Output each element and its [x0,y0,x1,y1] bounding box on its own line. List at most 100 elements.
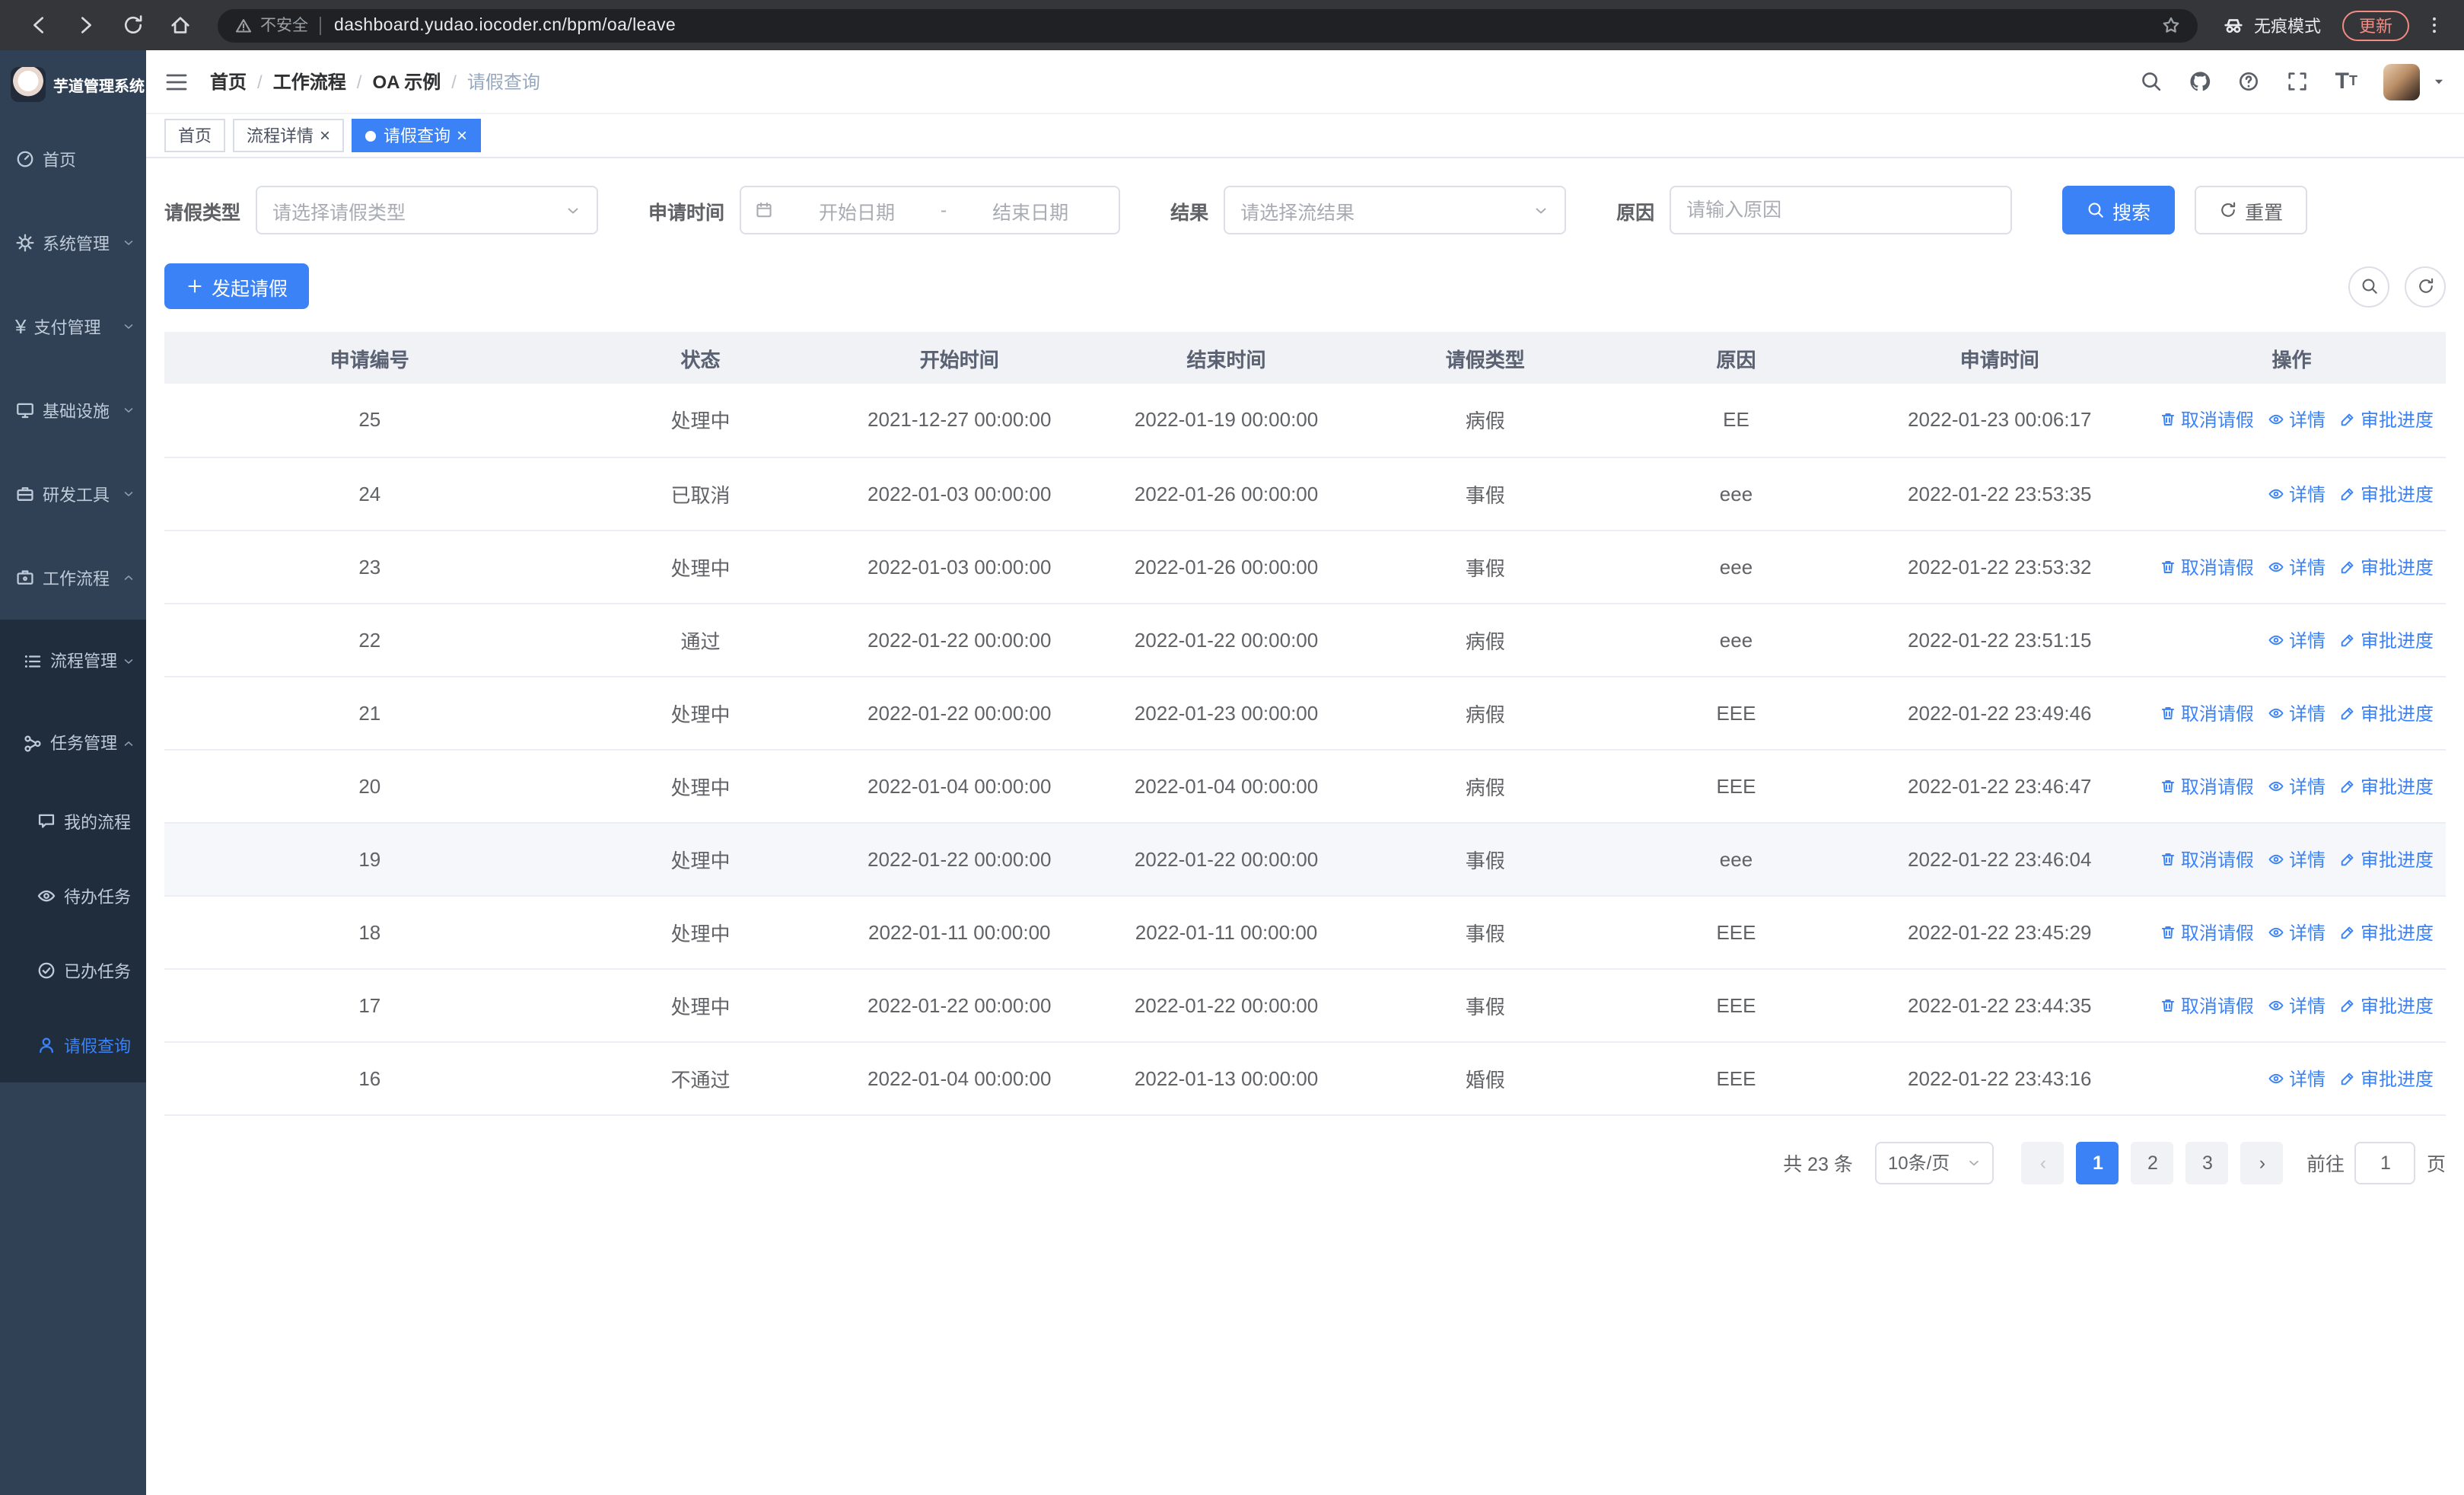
cancel-leave-link[interactable]: 取消请假 [2160,407,2254,433]
toolbar-refresh-button[interactable] [2405,266,2446,307]
address-bar[interactable]: 不安全 dashboard.yudao.iocoder.cn/bpm/oa/le… [218,8,2198,42]
detail-link[interactable]: 详情 [2268,407,2326,433]
search-button[interactable]: 搜索 [2062,186,2176,234]
tasks-icon [23,733,43,753]
tag-首页[interactable]: 首页 [164,119,225,152]
page-size-select[interactable]: 10条/页 [1875,1141,1994,1184]
cancel-leave-link[interactable]: 取消请假 [2160,700,2254,725]
help-icon[interactable] [2238,70,2261,93]
table-cell: 2022-01-22 00:00:00 [826,676,1094,750]
cancel-leave-link[interactable]: 取消请假 [2160,846,2254,872]
detail-link[interactable]: 详情 [2268,553,2326,579]
hamburger-icon[interactable] [164,69,189,94]
reason-input[interactable] [1686,199,1996,221]
approval-progress-link[interactable]: 审批进度 [2339,1065,2434,1091]
tag-close-icon[interactable]: × [457,125,467,146]
home-icon[interactable] [169,14,192,37]
detail-link[interactable]: 详情 [2268,626,2326,652]
sidebar-item-系统管理[interactable]: 系统管理 [0,201,146,285]
detail-link[interactable]: 详情 [2268,846,2326,872]
detail-link[interactable]: 详情 [2268,919,2326,945]
cancel-leave-link[interactable]: 取消请假 [2160,992,2254,1018]
edit-icon [2339,485,2356,502]
table-cell: 2022-01-22 23:46:04 [1861,822,2138,896]
browser-menu-icon[interactable] [2424,15,2444,35]
sidebar-item-待办任务[interactable]: 待办任务 [0,859,146,933]
approval-progress-link[interactable]: 审批进度 [2339,846,2434,872]
search-icon [2087,201,2105,219]
reset-button[interactable]: 重置 [2195,186,2308,234]
sidebar-item-支付管理[interactable]: ¥ 支付管理 [0,285,146,368]
approval-progress-link[interactable]: 审批进度 [2339,919,2434,945]
caret-down-icon[interactable] [2432,75,2446,88]
table-cell: 2022-01-22 00:00:00 [826,968,1094,1042]
chat-icon [37,811,56,831]
user-avatar[interactable] [2383,63,2420,100]
breadcrumb-item[interactable]: OA 示例 [372,69,441,94]
approval-progress-link[interactable]: 审批进度 [2339,773,2434,799]
goto-page-input[interactable] [2354,1141,2416,1184]
column-header: 申请编号 [164,332,575,384]
cancel-leave-link[interactable]: 取消请假 [2160,919,2254,945]
page-button-1[interactable]: 1 [2076,1141,2119,1184]
page-button-3[interactable]: 3 [2185,1141,2229,1184]
sidebar-item-label: 工作流程 [43,570,110,588]
sidebar-item-基础设施[interactable]: 基础设施 [0,368,146,452]
fontsize-icon[interactable]: TT [2335,70,2357,93]
approval-progress-link[interactable]: 审批进度 [2339,407,2434,433]
approval-progress-link[interactable]: 审批进度 [2339,480,2434,506]
breadcrumb-item[interactable]: 首页 [210,69,247,94]
create-leave-button[interactable]: 发起请假 [164,263,310,309]
approval-progress-link[interactable]: 审批进度 [2339,992,2434,1018]
reload-icon[interactable] [122,14,145,37]
sidebar-item-首页[interactable]: 首页 [0,117,146,201]
sidebar-item-工作流程[interactable]: 工作流程 [0,536,146,620]
bookmark-star-icon[interactable] [2161,15,2181,35]
result-select[interactable]: 请选择流结果 [1224,186,1567,234]
detail-link[interactable]: 详情 [2268,992,2326,1018]
detail-link[interactable]: 详情 [2268,700,2326,725]
github-icon[interactable] [2189,70,2212,93]
eye-icon [2268,704,2284,721]
page-button-2[interactable]: 2 [2131,1141,2174,1184]
search-icon[interactable] [2141,70,2163,93]
pagination: 共 23 条 10条/页 ‹ 123 › 前往 页 [164,1141,2446,1184]
table-cell: 2022-01-22 00:00:00 [1093,822,1360,896]
approval-progress-link[interactable]: 审批进度 [2339,700,2434,725]
fullscreen-icon[interactable] [2287,70,2310,93]
leave-type-label: 请假类型 [164,202,241,223]
detail-link[interactable]: 详情 [2268,480,2326,506]
done-icon [37,961,56,980]
sidebar-item-请假查询[interactable]: 请假查询 [0,1008,146,1082]
approval-progress-link[interactable]: 审批进度 [2339,553,2434,579]
table-cell: 处理中 [575,822,826,896]
apply-time-range-picker[interactable]: 开始日期 - 结束日期 [740,186,1121,234]
tag-close-icon[interactable]: × [320,125,330,146]
result-placeholder: 请选择流结果 [1240,202,1355,223]
sidebar-item-我的流程[interactable]: 我的流程 [0,784,146,859]
leave-type-select[interactable]: 请选择请假类型 [256,186,599,234]
table-cell-actions: 取消请假 详情 审批进度 [2138,384,2446,457]
back-icon[interactable] [27,14,50,37]
sidebar-item-任务管理[interactable]: 任务管理 [0,702,146,784]
update-button[interactable]: 更新 [2342,10,2409,40]
reason-input-wrap [1670,186,2013,234]
sidebar-item-流程管理[interactable]: 流程管理 [0,620,146,702]
warning-icon[interactable] [234,16,253,34]
detail-link[interactable]: 详情 [2268,1065,2326,1091]
tag-流程详情[interactable]: 流程详情 × [233,119,345,152]
filter-form: 请假类型 请选择请假类型 申请时间 开始日期 - 结束日期 结果 请选择流结果 … [164,186,2446,234]
detail-link[interactable]: 详情 [2268,773,2326,799]
sidebar-item-研发工具[interactable]: 研发工具 [0,452,146,536]
cancel-leave-link[interactable]: 取消请假 [2160,553,2254,579]
cancel-leave-link[interactable]: 取消请假 [2160,773,2254,799]
prev-page-button[interactable]: ‹ [2021,1141,2064,1184]
breadcrumb-item[interactable]: 工作流程 [273,69,346,94]
next-page-button[interactable]: › [2240,1141,2284,1184]
approval-progress-link[interactable]: 审批进度 [2339,626,2434,652]
toolbar-search-toggle-button[interactable] [2348,266,2389,307]
app-title: 芋道管理系统 [53,78,145,95]
forward-icon[interactable] [75,14,97,37]
sidebar-item-已办任务[interactable]: 已办任务 [0,933,146,1008]
tag-请假查询[interactable]: 请假查询 × [352,119,482,152]
